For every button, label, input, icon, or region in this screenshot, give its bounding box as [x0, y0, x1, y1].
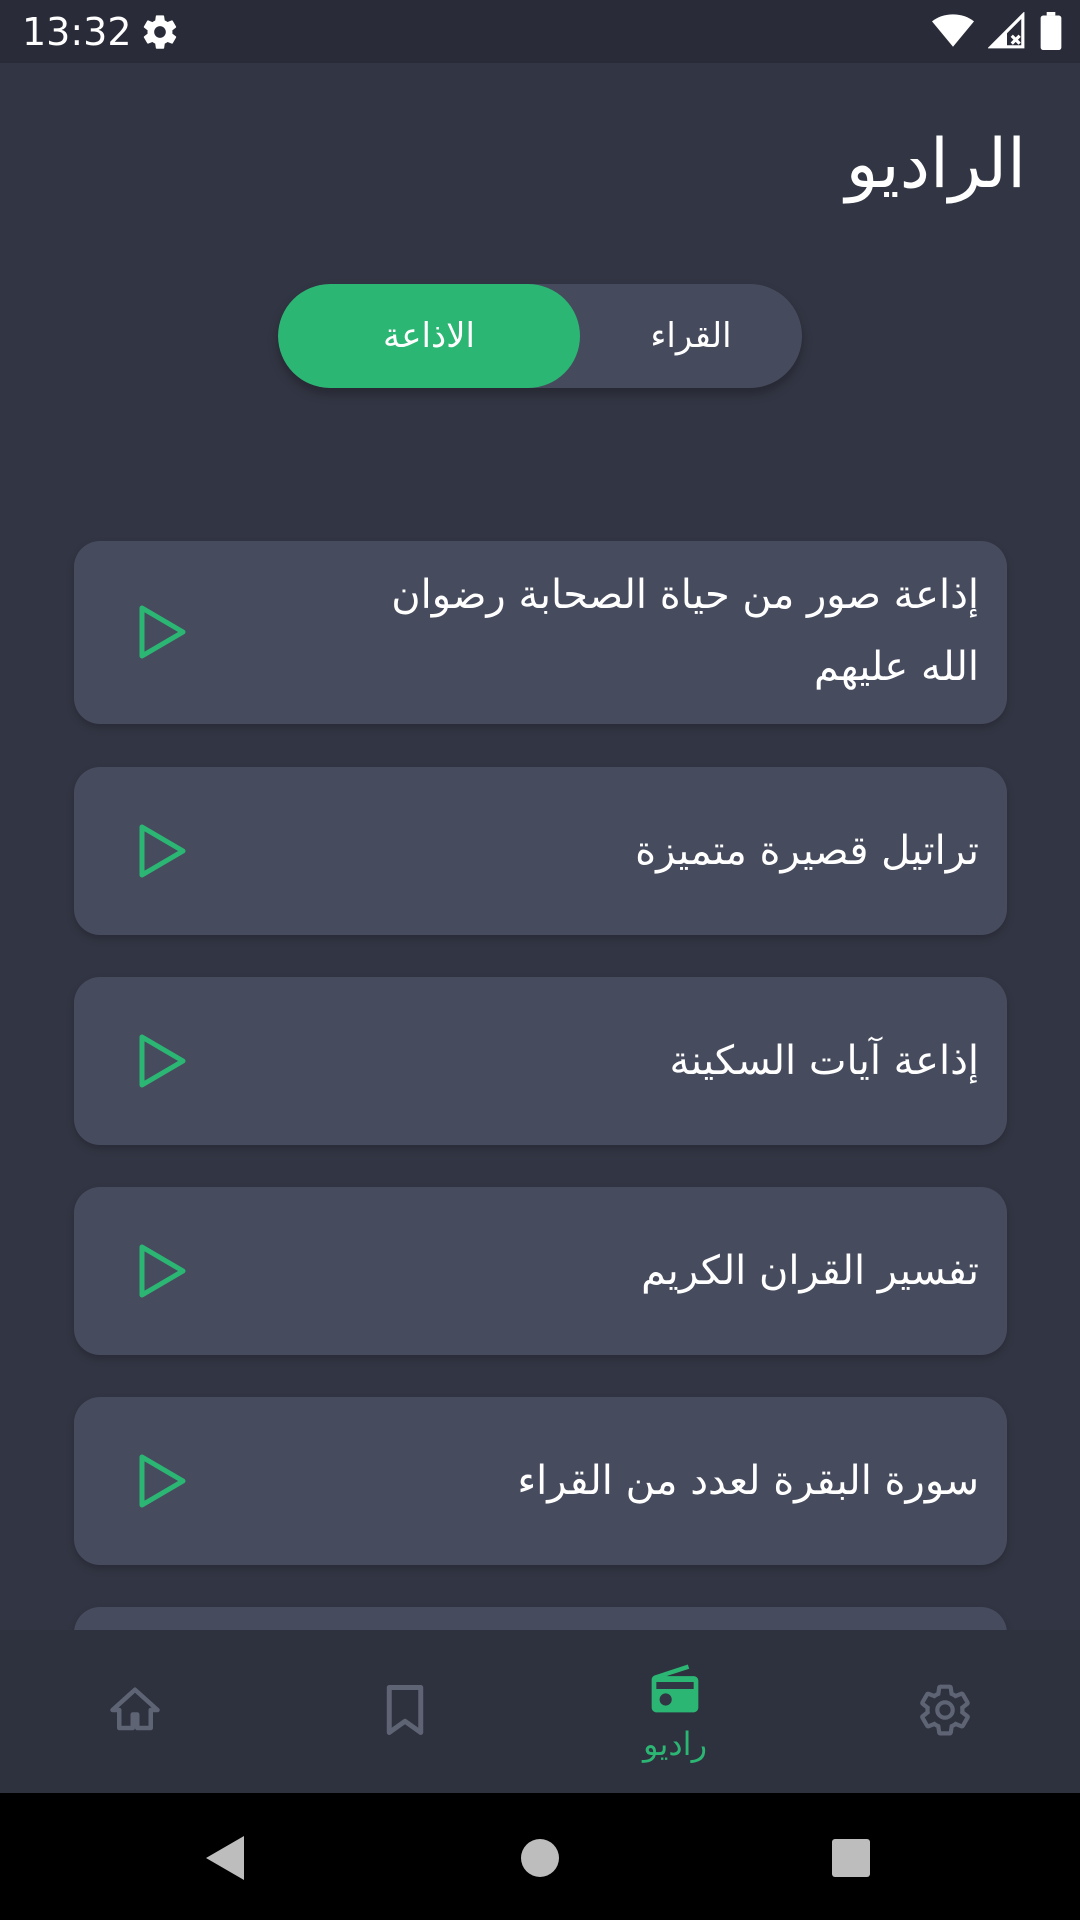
- nav-home[interactable]: [0, 1630, 270, 1793]
- station-name: تراتيل قصيرة متميزة: [635, 828, 979, 874]
- page-title: الراديو: [845, 125, 1026, 204]
- tab-readers[interactable]: القراء: [580, 284, 802, 388]
- screen: 13:32 إذاعة صور من حياة الصحابة رضوان ال…: [0, 0, 1080, 1920]
- home-circle-icon[interactable]: [505, 1823, 575, 1893]
- station-name: تفسير القران الكريم: [641, 1248, 979, 1294]
- station-name: إذاعة صور من حياة الصحابة رضوان الله علي…: [391, 572, 979, 690]
- nav-settings[interactable]: [810, 1630, 1080, 1793]
- station-card[interactable]: تراتيل قصيرة متميزة: [74, 767, 1007, 935]
- gear-icon: [917, 1682, 973, 1742]
- nav-radio[interactable]: راديو: [540, 1630, 810, 1793]
- bottom-nav: راديو: [0, 1630, 1080, 1793]
- recents-icon[interactable]: [816, 1823, 886, 1893]
- radio-icon: [646, 1661, 704, 1721]
- play-icon[interactable]: [136, 603, 188, 661]
- nav-radio-label: راديو: [642, 1724, 708, 1763]
- radio-readers-toggle: الاذاعة القراء: [278, 284, 802, 388]
- back-icon[interactable]: [190, 1823, 260, 1893]
- play-icon[interactable]: [136, 1452, 188, 1510]
- station-card[interactable]: إذاعة صور من حياة الصحابة رضوان الله علي…: [74, 541, 1007, 724]
- play-icon[interactable]: [136, 822, 188, 880]
- home-icon: [108, 1683, 162, 1741]
- station-list[interactable]: إذاعة صور من حياة الصحابة رضوان الله علي…: [0, 0, 1080, 1630]
- station-card-partial[interactable]: [74, 1607, 1007, 1630]
- play-icon[interactable]: [136, 1032, 188, 1090]
- station-card[interactable]: إذاعة آيات السكينة: [74, 977, 1007, 1145]
- station-name: سورة البقرة لعدد من القراء: [517, 1458, 979, 1504]
- station-card[interactable]: تفسير القران الكريم: [74, 1187, 1007, 1355]
- station-card[interactable]: سورة البقرة لعدد من القراء: [74, 1397, 1007, 1565]
- bookmark-icon: [381, 1683, 429, 1741]
- nav-bookmarks[interactable]: [270, 1630, 540, 1793]
- system-nav-bar: [0, 1793, 1080, 1920]
- station-name: إذاعة آيات السكينة: [669, 1038, 979, 1084]
- play-icon[interactable]: [136, 1242, 188, 1300]
- tab-radio[interactable]: الاذاعة: [278, 284, 580, 388]
